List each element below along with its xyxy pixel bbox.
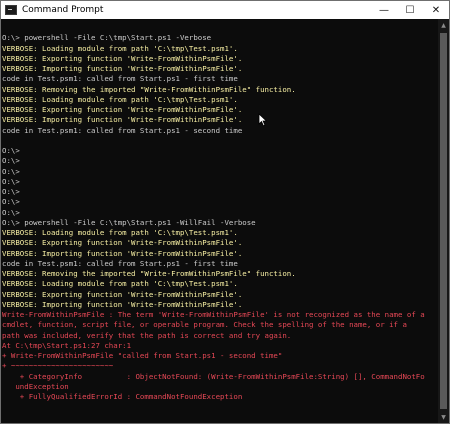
caption-buttons: — ☐ ✕ bbox=[371, 1, 449, 19]
minimize-button[interactable]: — bbox=[371, 1, 397, 19]
console-line: VERBOSE: Exporting function 'Write-FromW… bbox=[2, 105, 243, 114]
console-line: + CategoryInfo : ObjectNotFound: (Write-… bbox=[2, 371, 425, 381]
console-line: VERBOSE: Importing function 'Write-FromW… bbox=[2, 299, 243, 309]
close-button[interactable]: ✕ bbox=[423, 1, 449, 19]
console-line: VERBOSE: Importing function 'Write-FromW… bbox=[2, 115, 243, 125]
console-line: VERBOSE: Loading module from path 'C:\tm… bbox=[2, 279, 238, 289]
console-line: VERBOSE: Exporting function 'Write-FromW… bbox=[2, 53, 243, 63]
minimize-icon: — bbox=[379, 4, 389, 16]
scroll-down-arrow-icon[interactable]: ▼ bbox=[438, 411, 449, 423]
console-area[interactable]: O:\> powershell -File C:\tmp\Start.ps1 -… bbox=[1, 19, 449, 423]
console-line: undException bbox=[2, 381, 69, 391]
console-line: + ~~~~~~~~~~~~~~~~~~~~~~~ bbox=[2, 361, 114, 371]
vertical-scrollbar[interactable]: ▲ ▼ bbox=[438, 19, 449, 423]
console-line: path was included, verify that the path … bbox=[2, 330, 292, 340]
console-line: At C:\tmp\Start.ps1:27 char:1 bbox=[2, 340, 132, 350]
console-line: O:\> bbox=[2, 156, 20, 166]
console-line: O:\> bbox=[2, 166, 20, 176]
console-line: O:\> bbox=[2, 146, 20, 155]
title-bar[interactable]: Command Prompt — ☐ ✕ bbox=[1, 1, 449, 19]
console-line: code in Test.psm1: called from Start.ps1… bbox=[2, 125, 243, 135]
console-line: O:\> bbox=[2, 197, 20, 207]
console-line: code in Test.psm1: called from Start.ps1… bbox=[2, 74, 238, 84]
scroll-up-arrow-icon[interactable]: ▲ bbox=[438, 19, 449, 31]
console-line: code in Test.psm1: called from Start.ps1… bbox=[2, 258, 238, 268]
console-line: O:\> bbox=[2, 207, 20, 217]
console-line: VERBOSE: Importing function 'Write-FromW… bbox=[2, 248, 243, 258]
console-line: Write-FromWithinPsmFile : The term 'Writ… bbox=[2, 310, 425, 319]
console-output[interactable]: O:\> powershell -File C:\tmp\Start.ps1 -… bbox=[2, 23, 437, 421]
maximize-button[interactable]: ☐ bbox=[397, 1, 423, 19]
console-line: VERBOSE: Loading module from path 'C:\tm… bbox=[2, 43, 238, 53]
command-prompt-window: Command Prompt — ☐ ✕ O:\> powershell -Fi… bbox=[0, 0, 450, 424]
console-line: VERBOSE: Exporting function 'Write-FromW… bbox=[2, 238, 243, 248]
console-line: O:\> bbox=[2, 187, 20, 196]
window-title: Command Prompt bbox=[22, 5, 104, 15]
scrollbar-thumb[interactable] bbox=[440, 33, 447, 409]
close-icon: ✕ bbox=[431, 4, 441, 16]
console-line: VERBOSE: Removing the imported "Write-Fr… bbox=[2, 84, 296, 94]
console-line: VERBOSE: Removing the imported "Write-Fr… bbox=[2, 269, 296, 278]
console-line: VERBOSE: Loading module from path 'C:\tm… bbox=[2, 228, 238, 237]
console-line: + FullyQualifiedErrorId : CommandNotFoun… bbox=[2, 392, 243, 401]
maximize-icon: ☐ bbox=[405, 4, 415, 16]
mouse-pointer-icon bbox=[258, 113, 268, 127]
console-line: O:\> bbox=[2, 176, 20, 186]
console-line: VERBOSE: Loading module from path 'C:\tm… bbox=[2, 94, 238, 104]
console-line: VERBOSE: Importing function 'Write-FromW… bbox=[2, 64, 243, 73]
console-line: + Write-FromWithinPsmFile "called from S… bbox=[2, 351, 283, 360]
console-line: O:\> powershell -File C:\tmp\Start.ps1 -… bbox=[2, 217, 256, 227]
console-app-icon bbox=[5, 5, 17, 15]
console-line: cmdlet, function, script file, or operab… bbox=[2, 320, 407, 330]
console-line: VERBOSE: Exporting function 'Write-FromW… bbox=[2, 289, 243, 299]
console-line: O:\> powershell -File C:\tmp\Start.ps1 -… bbox=[2, 33, 212, 43]
